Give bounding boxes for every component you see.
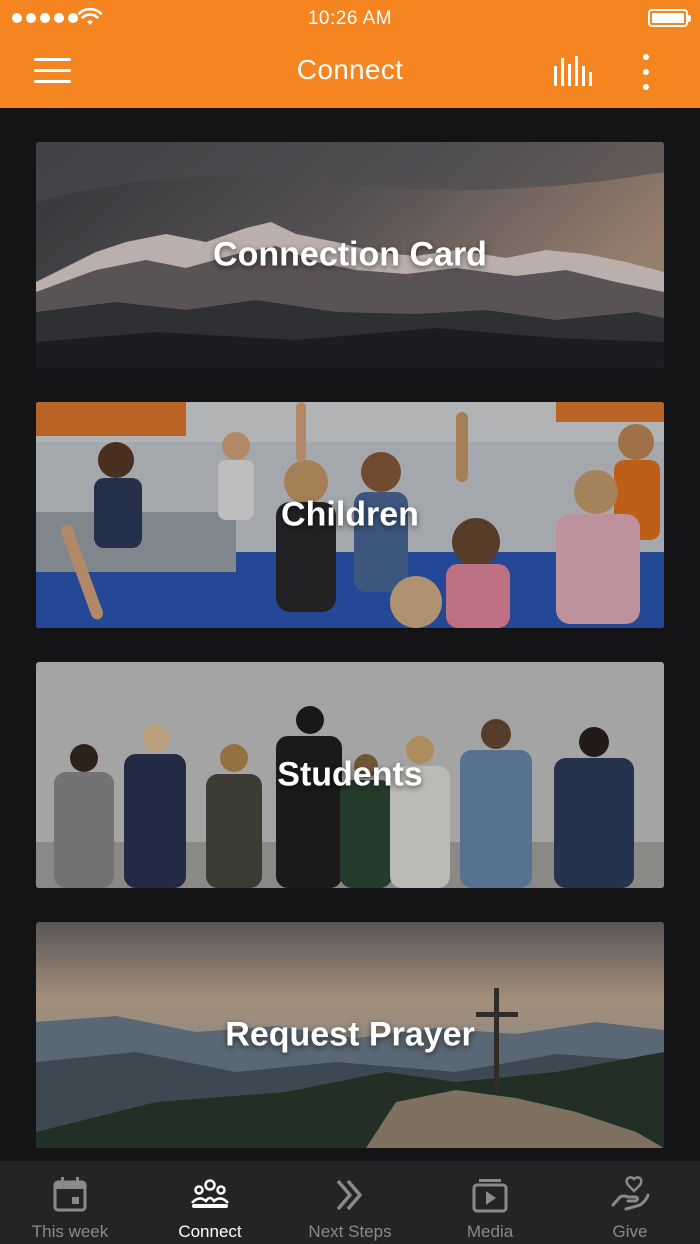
calendar-icon bbox=[53, 1177, 87, 1212]
children-tile[interactable]: Children bbox=[36, 402, 664, 628]
more-options-button[interactable] bbox=[628, 50, 664, 94]
tab-next-steps[interactable]: Next Steps bbox=[280, 1161, 420, 1244]
students-tile[interactable]: Students bbox=[36, 662, 664, 888]
tab-this-week[interactable]: This week bbox=[0, 1161, 140, 1244]
card-label-connection-card: Connection Card bbox=[213, 235, 487, 274]
card-label-students: Students bbox=[277, 755, 423, 794]
chart-button[interactable] bbox=[548, 52, 596, 92]
tab-connect[interactable]: Connect bbox=[140, 1161, 280, 1244]
status-bar: 10:26 AM bbox=[0, 0, 700, 36]
tab-label: Media bbox=[466, 1222, 514, 1241]
tab-label: This week bbox=[31, 1222, 109, 1241]
request-prayer-tile[interactable]: Request Prayer bbox=[36, 922, 664, 1148]
card-label-request-prayer: Request Prayer bbox=[225, 1015, 475, 1054]
hand-heart-icon bbox=[611, 1176, 650, 1211]
tab-label: Give bbox=[612, 1222, 648, 1241]
status-time: 10:26 AM bbox=[307, 8, 393, 29]
media-play-icon bbox=[472, 1179, 508, 1213]
more-vertical-icon bbox=[643, 54, 649, 60]
bar-chart-icon bbox=[554, 56, 592, 86]
tab-label: Next Steps bbox=[308, 1222, 392, 1241]
battery-icon bbox=[648, 9, 691, 27]
tab-label: Connect bbox=[178, 1222, 242, 1241]
header: Connect bbox=[0, 36, 700, 108]
tab-give[interactable]: Give bbox=[560, 1161, 700, 1244]
tab-media[interactable]: Media bbox=[420, 1161, 560, 1244]
bottom-tab-bar: This week Connect Next Steps Media Give bbox=[0, 1161, 700, 1244]
double-chevron-right-icon bbox=[336, 1179, 362, 1211]
top-app-bar: 10:26 AM Connect bbox=[0, 0, 700, 108]
people-group-icon bbox=[191, 1179, 229, 1208]
connection-card-tile[interactable]: Connection Card bbox=[36, 142, 664, 368]
card-label-children: Children bbox=[281, 495, 419, 534]
